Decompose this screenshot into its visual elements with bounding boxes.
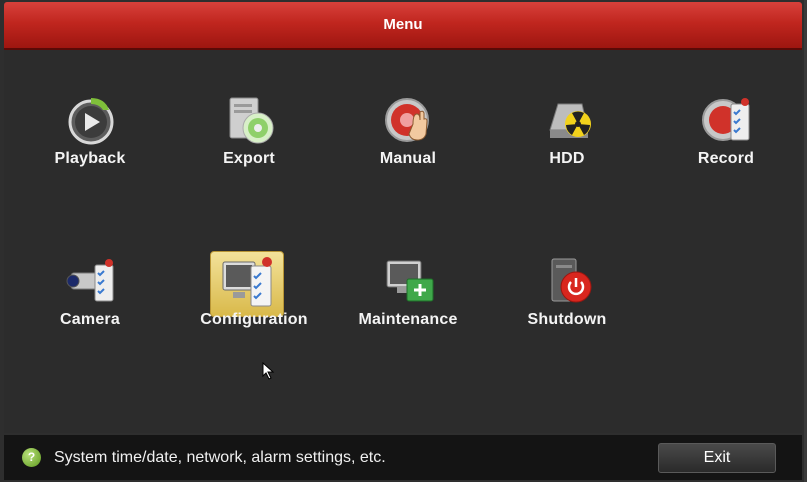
export-icon	[224, 94, 276, 146]
menu-item-shutdown[interactable]: Shutdown	[507, 255, 627, 355]
menu-item-record[interactable]: Record	[666, 94, 786, 194]
menu-item-label: HDD	[549, 150, 585, 167]
menu-item-label: Camera	[60, 311, 120, 328]
menu-item-manual[interactable]: Manual	[348, 94, 468, 194]
record-schedule-icon	[701, 94, 753, 146]
window-title: Menu	[383, 16, 423, 33]
menu-item-camera[interactable]: Camera	[30, 255, 150, 355]
playback-icon	[65, 94, 117, 146]
menu-item-label: Shutdown	[527, 311, 607, 328]
menu-item-label: Export	[223, 150, 275, 167]
shutdown-icon	[542, 255, 594, 307]
menu-item-label: Record	[697, 150, 755, 167]
menu-window: Menu Playback Export Manual HDD Record C…	[0, 0, 807, 482]
menu-item-export[interactable]: Export	[189, 94, 309, 194]
status-hint: System time/date, network, alarm setting…	[54, 449, 386, 466]
menu-item-label: Manual	[379, 150, 437, 167]
question-icon: ?	[22, 448, 41, 467]
camera-icon	[65, 255, 117, 307]
menu-grid: Playback Export Manual HDD Record Camera…	[4, 50, 802, 433]
menu-item-label: Playback	[54, 150, 126, 167]
hdd-icon	[542, 94, 594, 146]
menu-item-playback[interactable]: Playback	[30, 94, 150, 194]
menu-item-hdd[interactable]: HDD	[507, 94, 627, 194]
manual-record-icon	[383, 94, 435, 146]
menu-item-label: Maintenance	[358, 311, 458, 328]
exit-button[interactable]: Exit	[658, 443, 776, 473]
mouse-cursor-icon	[262, 361, 276, 385]
menu-item-configuration[interactable]: Configuration	[194, 251, 314, 355]
maintenance-icon	[383, 255, 435, 307]
status-bar: ? System time/date, network, alarm setti…	[4, 435, 802, 480]
configuration-icon	[210, 251, 284, 317]
menu-item-label: Configuration	[200, 311, 308, 328]
menu-item-maintenance[interactable]: Maintenance	[348, 255, 468, 355]
title-bar: Menu	[4, 2, 802, 50]
